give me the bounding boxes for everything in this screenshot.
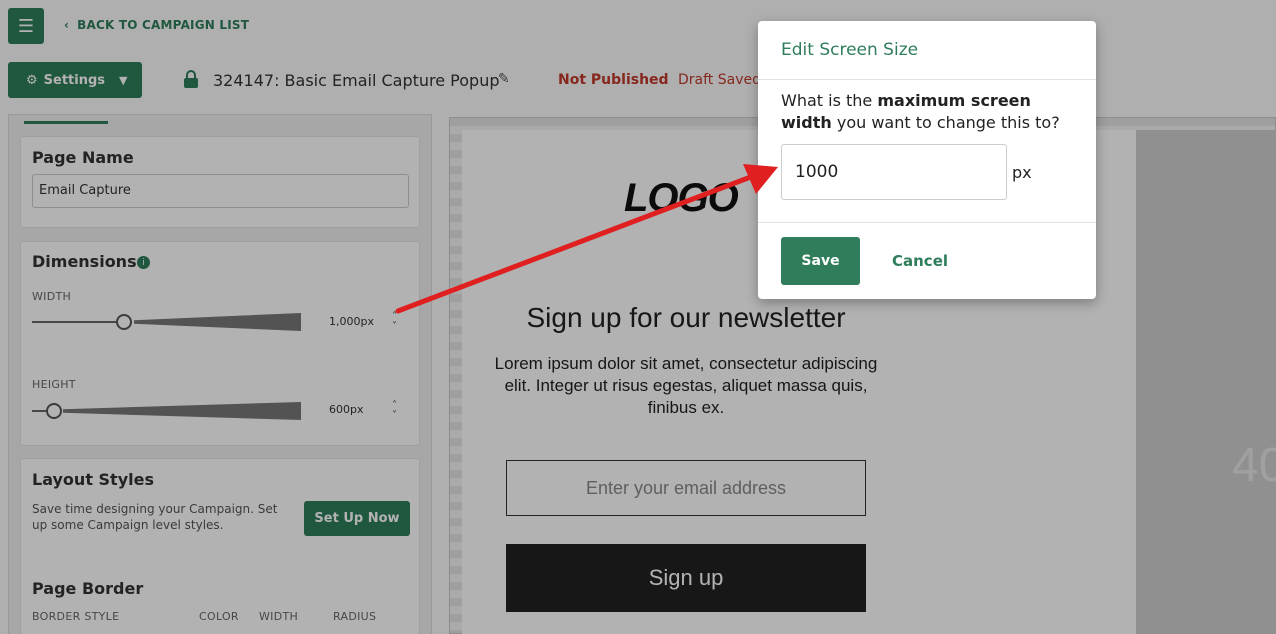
- modal-question: What is the maximum screen width you wan…: [781, 90, 1081, 134]
- unit-label: px: [1012, 163, 1032, 182]
- question-post: you want to change this to?: [831, 113, 1060, 132]
- modal-footer-divider: [758, 222, 1096, 223]
- edit-screen-size-modal: Edit Screen Size What is the maximum scr…: [758, 21, 1096, 299]
- cancel-button[interactable]: Cancel: [892, 252, 948, 270]
- question-pre: What is the: [781, 91, 878, 110]
- screen-width-input[interactable]: 1000: [781, 144, 1007, 200]
- modal-title: Edit Screen Size: [781, 40, 919, 60]
- modal-header-divider: [758, 79, 1096, 80]
- save-button[interactable]: Save: [781, 237, 860, 285]
